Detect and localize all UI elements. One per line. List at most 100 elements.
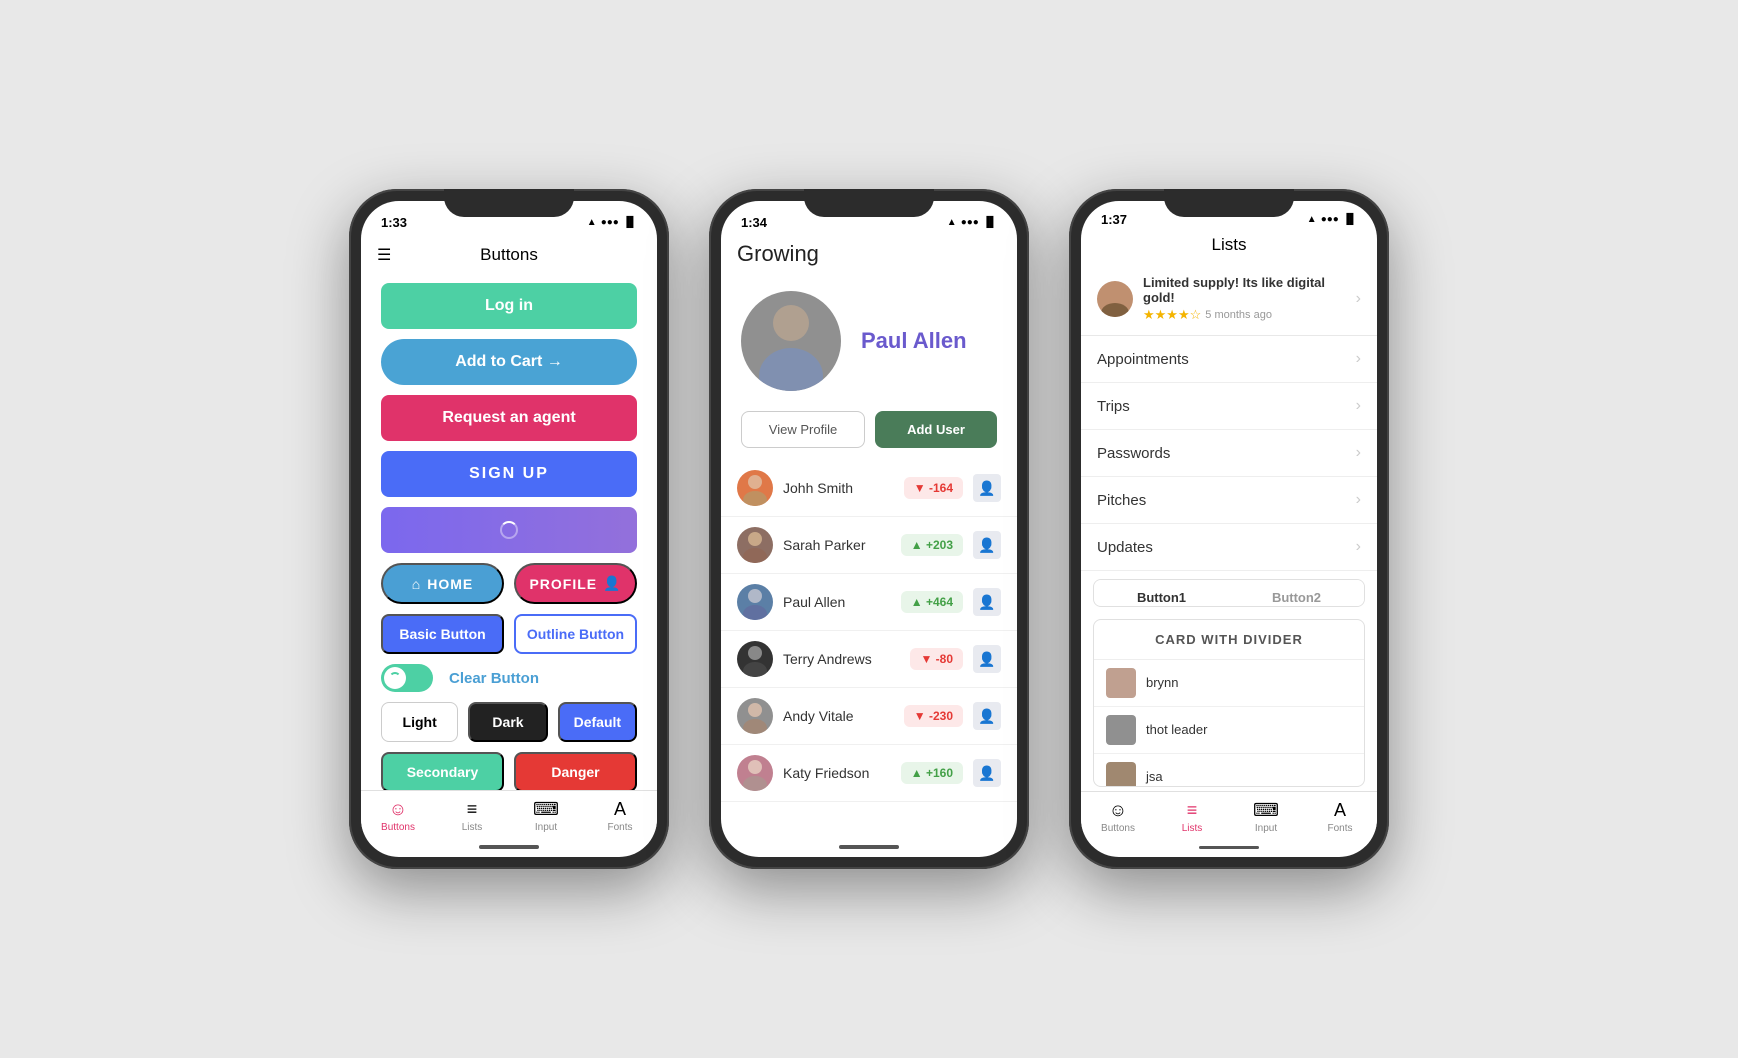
fonts-tab-label: Fonts — [607, 822, 632, 833]
battery-icon-3: ▐▌ — [1343, 214, 1357, 225]
card-user-row-2: jsa — [1094, 754, 1364, 787]
tab-bar-3: ☺ Buttons ≡ Lists ⌨ Input A Fonts — [1081, 791, 1377, 846]
toggle-spinner — [389, 672, 401, 684]
signal-icon-2: ●●● — [961, 217, 979, 228]
login-button[interactable]: Log in — [381, 283, 637, 329]
score-1: ▲ +203 — [901, 534, 963, 556]
chevron-updates: › — [1356, 538, 1361, 556]
list-item-appointments[interactable]: Appointments › — [1081, 336, 1377, 383]
chevron-passwords: › — [1356, 444, 1361, 462]
outline-button[interactable]: Outline Button — [514, 614, 637, 654]
tab-input[interactable]: ⌨ Input — [518, 799, 574, 833]
tab-fonts[interactable]: A Fonts — [592, 799, 648, 833]
toggle-inner — [384, 667, 406, 689]
user-name-0: Johh Smith — [783, 480, 894, 496]
user-avatar-0 — [737, 470, 773, 506]
phone1-header: ☰ Buttons — [361, 237, 657, 273]
toggle-row: Clear Button — [381, 664, 637, 692]
secondary-button[interactable]: Secondary — [381, 752, 504, 790]
score-5: ▲ +160 — [901, 762, 963, 784]
add-user-button[interactable]: Add User — [875, 411, 997, 448]
profile-button[interactable]: PROFILE 👤 — [514, 563, 637, 604]
tab-lists[interactable]: ≡ Lists — [444, 799, 500, 833]
list-item-pitches[interactable]: Pitches › — [1081, 477, 1377, 524]
home-indicator-2 — [839, 845, 899, 849]
review-title: Limited supply! Its like digital gold! — [1143, 275, 1346, 305]
buttons-tab-label: Buttons — [381, 822, 415, 833]
phone-growing: 1:34 ▲ ●●● ▐▌ Growing Paul Allen Vie — [709, 189, 1029, 869]
user-action-1[interactable]: 👤 — [973, 531, 1001, 559]
spinner-icon — [500, 521, 518, 539]
time-1: 1:33 — [381, 215, 407, 230]
list-item-updates[interactable]: Updates › — [1081, 524, 1377, 571]
chevron-appointments: › — [1356, 350, 1361, 368]
list-item-passwords[interactable]: Passwords › — [1081, 430, 1377, 477]
notch-2 — [804, 189, 934, 217]
list-item-label-trips: Trips — [1097, 398, 1130, 415]
avatar-svg-0 — [737, 470, 773, 506]
user-action-4[interactable]: 👤 — [973, 702, 1001, 730]
avatar-svg — [741, 291, 841, 391]
list-item-trips[interactable]: Trips › — [1081, 383, 1377, 430]
tab3-fonts-icon: A — [1334, 800, 1346, 821]
phone-lists: 1:37 ▲ ●●● ▐▌ Lists Limited supply! Its … — [1069, 189, 1389, 869]
review-card: Limited supply! Its like digital gold! ★… — [1081, 263, 1377, 336]
user-action-2[interactable]: 👤 — [973, 588, 1001, 616]
wifi-icon-2: ▲ — [947, 217, 957, 228]
danger-button[interactable]: Danger — [514, 752, 637, 790]
signup-button[interactable]: SIGN UP — [381, 451, 637, 497]
tab3-fonts[interactable]: A Fonts — [1312, 800, 1368, 834]
card-user-name-2: jsa — [1146, 769, 1163, 784]
user-avatar-3 — [737, 641, 773, 677]
addcart-button[interactable]: Add to Cart → — [381, 339, 637, 385]
card-user-row-1: thot leader — [1094, 707, 1364, 754]
toggle-switch[interactable] — [381, 664, 433, 692]
status-icons-2: ▲ ●●● ▐▌ — [947, 217, 997, 228]
tab3-lists-icon: ≡ — [1187, 800, 1198, 821]
score-0: ▼ -164 — [904, 477, 963, 499]
tab3-lists[interactable]: ≡ Lists — [1164, 800, 1220, 834]
card-avatar-0 — [1106, 668, 1136, 698]
light-button[interactable]: Light — [381, 702, 458, 742]
list-section: Appointments › Trips › Passwords › Pitch… — [1081, 336, 1377, 571]
home-profile-row: ⌂ HOME PROFILE 👤 — [381, 563, 637, 604]
profile-avatar — [741, 291, 841, 391]
buttons-content: Log in Add to Cart → Request an agent SI… — [361, 273, 657, 790]
hamburger-icon[interactable]: ☰ — [377, 245, 391, 265]
buttons-tab-icon: ☺ — [389, 799, 407, 820]
home-label: HOME — [427, 576, 473, 592]
home-button[interactable]: ⌂ HOME — [381, 563, 504, 604]
tab3-fonts-label: Fonts — [1327, 823, 1352, 834]
tab-bar-1: ☺ Buttons ≡ Lists ⌨ Input A Fonts — [361, 790, 657, 845]
table-row: Paul Allen ▲ +464 👤 — [721, 574, 1017, 631]
review-text: Limited supply! Its like digital gold! ★… — [1143, 275, 1346, 323]
tab3-input[interactable]: ⌨ Input — [1238, 800, 1294, 834]
chevron-right-icon: › — [1356, 290, 1361, 308]
avatar-svg-5 — [737, 755, 773, 791]
signal-icon-3: ●●● — [1321, 214, 1339, 225]
input-tab-label: Input — [535, 822, 557, 833]
loading-button[interactable] — [381, 507, 637, 553]
agent-button[interactable]: Request an agent — [381, 395, 637, 441]
view-profile-button[interactable]: View Profile — [741, 411, 865, 448]
table-row: Andy Vitale ▼ -230 👤 — [721, 688, 1017, 745]
card-title: CARD WITH DIVIDER — [1094, 620, 1364, 660]
toggle-button2[interactable]: Button2 — [1229, 580, 1364, 606]
clear-button[interactable]: Clear Button — [449, 670, 539, 687]
card-user-row-0: brynn — [1094, 660, 1364, 707]
dark-button[interactable]: Dark — [468, 702, 547, 742]
user-action-5[interactable]: 👤 — [973, 759, 1001, 787]
card-user-name-0: brynn — [1146, 675, 1179, 690]
basic-button[interactable]: Basic Button — [381, 614, 504, 654]
tab-buttons[interactable]: ☺ Buttons — [370, 799, 426, 833]
toggle-button1[interactable]: Button1 — [1094, 580, 1229, 606]
tab3-buttons[interactable]: ☺ Buttons — [1090, 800, 1146, 834]
default-button[interactable]: Default — [558, 702, 637, 742]
home-indicator-1 — [479, 845, 539, 849]
wifi-icon-3: ▲ — [1307, 214, 1317, 225]
input-tab-icon: ⌨ — [533, 799, 559, 820]
user-action-0[interactable]: 👤 — [973, 474, 1001, 502]
user-action-3[interactable]: 👤 — [973, 645, 1001, 673]
page-title-lists: Lists — [1081, 231, 1377, 263]
app-title-growing: Growing — [721, 237, 1017, 275]
